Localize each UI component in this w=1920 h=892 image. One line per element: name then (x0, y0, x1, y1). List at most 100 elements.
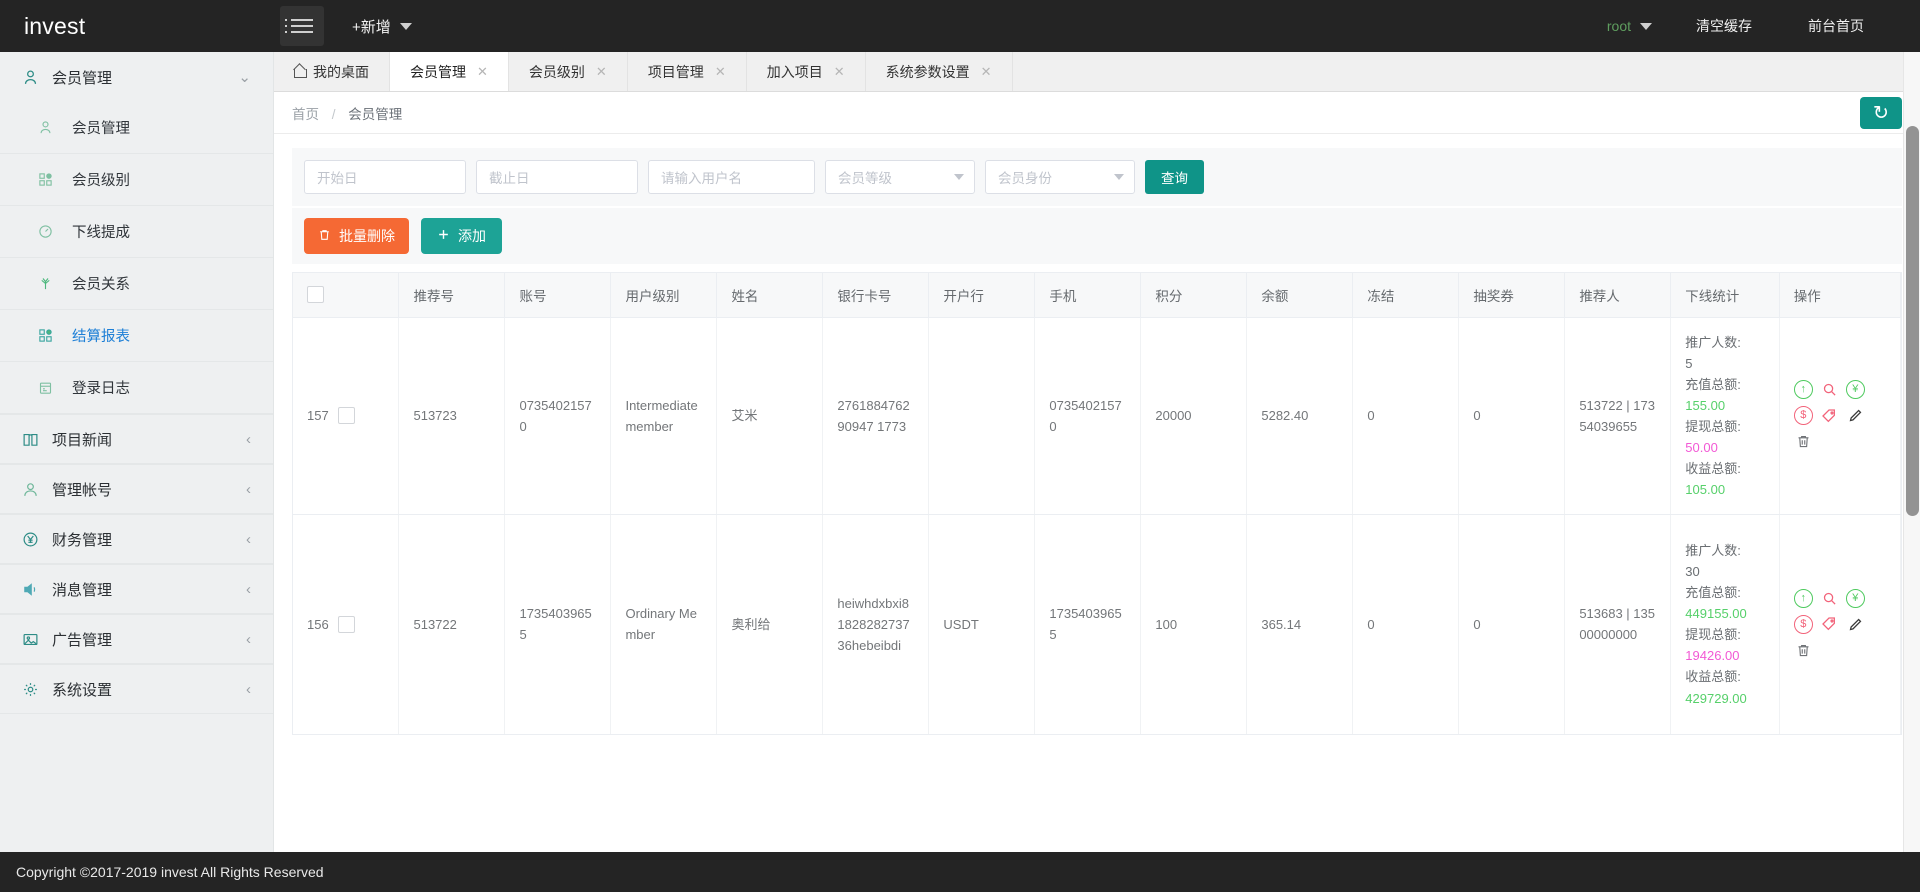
sidebar-item-member-relation[interactable]: 会员关系 (0, 258, 273, 310)
clear-cache-button[interactable]: 清空缓存 (1668, 16, 1780, 36)
sidebar-group-finance[interactable]: 财务管理 ‹ (0, 514, 273, 564)
magnifier-icon[interactable] (1820, 589, 1839, 608)
cell-id: 157 (293, 317, 400, 515)
yen-circle-icon (22, 531, 52, 548)
col-bank-card: 银行卡号 (822, 273, 930, 318)
dollar-circle-icon[interactable]: $ (1793, 406, 1813, 426)
front-page-button[interactable]: 前台首页 (1780, 16, 1892, 36)
chevron-down-icon (399, 22, 412, 30)
tag-icon[interactable] (1820, 615, 1839, 634)
col-name: 姓名 (716, 273, 824, 318)
start-date-input[interactable]: 开始日 (304, 160, 466, 194)
sidebar-group-advertising[interactable]: 广告管理 ‹ (0, 614, 273, 664)
row-checkbox[interactable] (337, 615, 355, 633)
cell-lottery: 0 (1458, 317, 1566, 515)
sidebar-item-settlement-report[interactable]: 结算报表 (0, 310, 273, 362)
username-input[interactable]: 请输入用户名 (648, 160, 815, 194)
arrow-up-circle-icon[interactable]: ↑ (1793, 588, 1813, 608)
sidebar-item-member-level[interactable]: 会员级别 (0, 154, 273, 206)
close-icon[interactable]: ✕ (834, 64, 845, 80)
tab-member-level[interactable]: 会员级别 ✕ (509, 52, 628, 91)
member-table: 推荐号 账号 用户级别 姓名 银行卡号 开户行 手机 积分 余额 冻结 抽奖券 … (293, 273, 1902, 735)
add-label: 添加 (458, 228, 486, 244)
dollar-circle-icon[interactable]: $ (1793, 614, 1813, 634)
stat-promoters-value: 5 (1685, 355, 1693, 371)
breadcrumb-home[interactable]: 首页 (292, 107, 319, 122)
tab-label: 加入项目 (766, 63, 823, 80)
query-button[interactable]: 查询 (1145, 160, 1204, 194)
sidebar-item-label: 结算报表 (72, 329, 130, 345)
close-icon[interactable]: ✕ (715, 64, 726, 80)
sidebar-item-label: 会员级别 (72, 173, 130, 189)
table-row[interactable]: 156 513722 17354039655 Ordinary Member 奥… (293, 514, 1902, 735)
select-all-checkbox[interactable] (307, 286, 324, 304)
tab-project-management[interactable]: 项目管理 ✕ (628, 52, 747, 91)
sidebar-item-login-log[interactable]: 登录日志 (0, 362, 273, 414)
sidebar-group-label: 系统设置 (52, 681, 113, 699)
sidebar-group-admin-account[interactable]: 管理帐号 ‹ (0, 464, 273, 514)
add-new-menu[interactable]: +新增 (352, 16, 412, 37)
stat-withdraw-label: 提现总额: (1685, 418, 1741, 434)
user-name: root (1606, 18, 1631, 34)
sidebar-item-member-management[interactable]: 会员管理 (0, 102, 273, 154)
magnifier-icon[interactable] (1820, 380, 1839, 399)
cell-bank: USDT (928, 514, 1036, 735)
tab-member-management[interactable]: 会员管理 ✕ (390, 52, 509, 91)
stat-recharge-value: 449155.00 (1685, 606, 1747, 622)
batch-delete-button[interactable]: 批量删除 (304, 218, 409, 254)
member-level-select[interactable]: 会员等级 (825, 160, 975, 194)
sidebar-group-member-management[interactable]: 会员管理 ⌄ (0, 52, 273, 102)
scrollbar-thumb[interactable] (1906, 126, 1919, 516)
end-date-input[interactable]: 截止日 (476, 160, 638, 194)
hamburger-icon (285, 19, 313, 21)
close-icon[interactable]: ✕ (981, 64, 992, 80)
trash-icon[interactable] (1794, 432, 1813, 451)
cell-frozen: 0 (1352, 514, 1460, 735)
member-identity-select[interactable]: 会员身份 (985, 160, 1135, 194)
breadcrumb: 首页 / 会员管理 (292, 103, 402, 123)
refresh-button[interactable]: ↻ (1860, 97, 1902, 129)
add-button[interactable]: 添加 (421, 218, 502, 254)
close-icon[interactable]: ✕ (477, 64, 488, 80)
sidebar-group-label: 管理帐号 (52, 481, 113, 499)
calendar-icon (38, 380, 72, 395)
sidebar-item-label: 登录日志 (72, 381, 130, 397)
tab-my-desktop[interactable]: 我的桌面 (274, 52, 390, 91)
tab-label: 系统参数设置 (885, 63, 970, 80)
col-bank: 开户行 (928, 273, 1036, 318)
sidebar-item-downline-commission[interactable]: 下线提成 (0, 206, 273, 258)
chevron-left-icon: ‹ (246, 430, 251, 448)
stat-recharge-label: 充值总额: (1685, 376, 1741, 392)
tab-join-project[interactable]: 加入项目 ✕ (747, 52, 866, 91)
tab-system-parameter-settings[interactable]: 系统参数设置 ✕ (866, 52, 1013, 91)
sidebar-group-message[interactable]: 消息管理 ‹ (0, 564, 273, 614)
trash-icon[interactable] (1794, 641, 1813, 660)
table-row[interactable]: 157 513723 07354021570 Intermediate memb… (293, 317, 1902, 515)
yen-circle-icon[interactable]: ¥ (1845, 588, 1865, 608)
vertical-scrollbar[interactable] (1903, 52, 1920, 852)
sidebar-toggle-button[interactable] (280, 6, 324, 46)
table-header-row: 推荐号 账号 用户级别 姓名 银行卡号 开户行 手机 积分 余额 冻结 抽奖券 … (293, 273, 1902, 318)
sidebar-group-project-news[interactable]: 项目新闻 ‹ (0, 414, 273, 464)
arrow-up-circle-icon[interactable]: ↑ (1793, 380, 1813, 400)
row-operations: ↑ ¥ $ (1793, 380, 1872, 451)
row-id: 156 (307, 616, 329, 632)
row-checkbox[interactable] (337, 407, 355, 425)
cell-referral-no: 513722 (398, 514, 506, 735)
stat-withdraw-value: 19426.00 (1685, 648, 1740, 664)
close-icon[interactable]: ✕ (596, 64, 607, 80)
user-menu[interactable]: root (1591, 18, 1668, 34)
pencil-icon[interactable] (1846, 615, 1865, 634)
book-icon (22, 431, 52, 448)
breadcrumb-separator: / (331, 106, 336, 122)
main-content: 我的桌面 会员管理 ✕ 会员级别 ✕ 项目管理 ✕ 加入项目 ✕ 系统参数设置 … (274, 52, 1920, 852)
col-points: 积分 (1140, 273, 1248, 318)
pencil-icon[interactable] (1846, 406, 1865, 425)
add-new-label: +新增 (352, 18, 391, 36)
sidebar-group-label: 财务管理 (52, 531, 113, 549)
tag-icon[interactable] (1820, 406, 1839, 425)
row-id: 157 (307, 408, 329, 424)
sidebar-group-system-settings[interactable]: 系统设置 ‹ (0, 664, 273, 714)
yen-circle-icon[interactable]: ¥ (1845, 380, 1865, 400)
cell-account: 07354021570 (504, 317, 612, 515)
